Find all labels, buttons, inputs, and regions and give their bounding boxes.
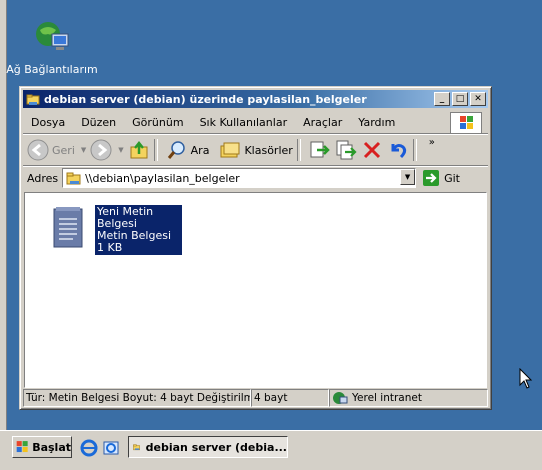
windows-logo [450, 112, 482, 134]
shared-folder-icon [26, 94, 40, 105]
toolbar-separator [153, 139, 158, 161]
shared-folder-icon [133, 444, 140, 451]
menu-favorites[interactable]: Sık Kullanılanlar [192, 116, 296, 129]
address-field[interactable]: \\debian\paylasilan_belgeler ▼ [62, 168, 417, 188]
text-document-icon [53, 207, 83, 248]
menu-help[interactable]: Yardım [350, 116, 403, 129]
search-button[interactable]: Ara [166, 139, 210, 161]
minimize-button[interactable]: _ [434, 92, 450, 106]
menu-tools[interactable]: Araçlar [295, 116, 350, 129]
back-dropdown-icon[interactable]: ▼ [81, 146, 86, 154]
shared-folder-icon [66, 172, 81, 185]
menu-edit[interactable]: Düzen [73, 116, 124, 129]
file-view[interactable]: Yeni Metin Belgesi Metin Belgesi 1 KB [24, 192, 487, 388]
up-folder-icon [130, 140, 148, 159]
status-size: 4 bayt [251, 389, 329, 407]
search-label: Ara [190, 143, 210, 157]
network-places-icon [36, 22, 69, 50]
toolbar-separator [296, 139, 301, 161]
toolbar: Geri ▼ ▼ Ara Klasörler » [23, 135, 488, 166]
forward-dropdown-icon[interactable]: ▼ [118, 146, 123, 154]
undo-icon [391, 144, 406, 159]
move-to-icon [310, 141, 330, 158]
address-bar: Adres \\debian\paylasilan_belgeler ▼ Git [23, 167, 488, 189]
delete-x-icon [363, 141, 380, 159]
zone-label: Yerel intranet [352, 392, 422, 404]
search-icon [167, 141, 185, 159]
start-label: Başlat [32, 440, 71, 454]
desktop-icon-label: Ağ Bağlantılarım [6, 63, 98, 76]
menu-view[interactable]: Görünüm [124, 116, 191, 129]
status-zone: Yerel intranet [329, 389, 488, 407]
ie-quicklaunch-icon[interactable] [80, 439, 98, 457]
file-info-selected: Yeni Metin Belgesi Metin Belgesi 1 KB [95, 205, 182, 255]
go-arrow-icon [423, 170, 440, 186]
desktop-icon-network-places[interactable]: Ağ Bağlantılarım [6, 20, 98, 76]
folders-icon [220, 142, 240, 158]
menu-file[interactable]: Dosya [23, 116, 73, 129]
address-dropdown-button[interactable]: ▼ [400, 169, 416, 185]
address-label: Adres [27, 171, 59, 185]
move-to-button[interactable] [309, 139, 331, 161]
mouse-cursor-icon [519, 368, 533, 389]
copy-to-button[interactable] [335, 139, 357, 161]
go-button[interactable]: Git [422, 169, 460, 187]
toolbar-overflow-icon[interactable]: » [429, 137, 435, 148]
window-title: debian server (debian) üzerinde paylasil… [44, 92, 367, 106]
folders-button[interactable]: Klasörler [219, 139, 293, 161]
taskbar-window-button[interactable]: debian server (debia... [128, 436, 288, 458]
explorer-window: debian server (debian) üzerinde paylasil… [19, 86, 492, 410]
forward-arrow-icon [90, 139, 112, 161]
taskbar-window-label: debian server (debia... [145, 440, 287, 454]
up-folder-button[interactable] [128, 139, 150, 161]
menu-bar: Dosya Düzen Görünüm Sık Kullanılanlar Ar… [23, 111, 488, 134]
windows-flag-icon [16, 441, 28, 453]
taskbar: Başlat debian server (debia... [0, 430, 542, 470]
file-size: 1 KB [97, 241, 123, 254]
maximize-button[interactable]: □ [452, 92, 468, 106]
back-label: Geri [52, 143, 75, 157]
copy-to-icon [336, 140, 357, 160]
folders-label: Klasörler [244, 143, 293, 157]
go-label: Git [444, 171, 460, 185]
status-bar: Tür: Metin Belgesi Boyut: 4 bayt Değişti… [23, 389, 488, 407]
back-button[interactable]: Geri ▼ [27, 139, 86, 161]
close-button[interactable]: ✕ [470, 92, 486, 106]
address-value: \\debian\paylasilan_belgeler [85, 171, 240, 185]
status-info: Tür: Metin Belgesi Boyut: 4 bayt Değişti… [23, 389, 251, 407]
delete-button[interactable] [361, 139, 383, 161]
title-bar[interactable]: debian server (debian) üzerinde paylasil… [23, 90, 488, 108]
forward-button[interactable]: ▼ [90, 139, 124, 161]
start-button[interactable]: Başlat [12, 436, 72, 458]
file-item[interactable]: Yeni Metin Belgesi Metin Belgesi 1 KB [51, 205, 182, 255]
undo-button[interactable] [387, 139, 409, 161]
file-name: Yeni Metin Belgesi [97, 205, 154, 230]
explorer-quicklaunch-icon[interactable] [102, 439, 120, 457]
toolbar-separator [412, 139, 417, 161]
intranet-icon [333, 392, 348, 404]
back-arrow-icon [27, 139, 49, 161]
